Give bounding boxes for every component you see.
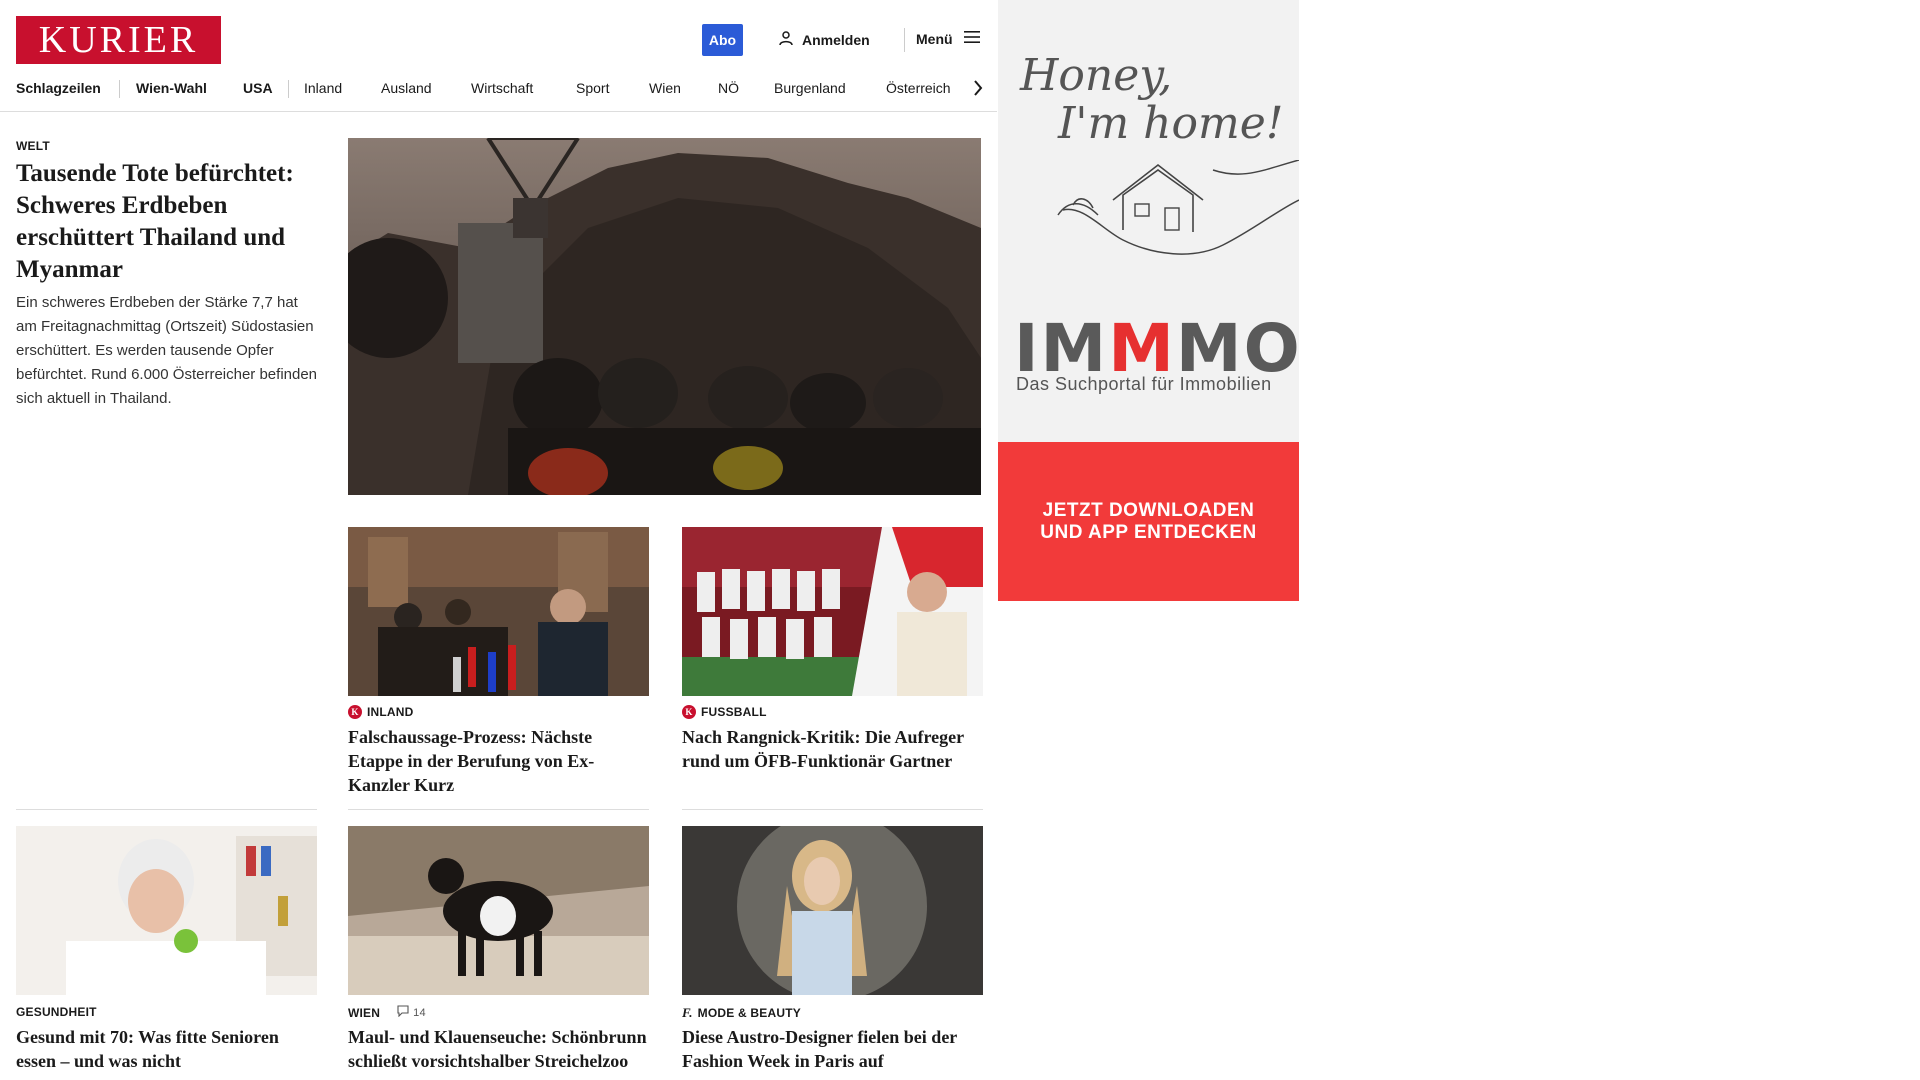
header-divider	[904, 28, 905, 52]
freizeit-icon: f.	[682, 1005, 693, 1020]
card-kicker-label: GESUNDHEIT	[16, 1005, 97, 1019]
hamburger-icon	[963, 30, 981, 47]
menu-label: Menü	[916, 30, 953, 47]
ad-subline: Das Suchportal für Immobilien	[1016, 374, 1272, 394]
nav-item-burgenland[interactable]: Burgenland	[774, 80, 846, 96]
abo-button[interactable]: Abo	[702, 24, 743, 56]
nav-item-sport[interactable]: Sport	[576, 80, 609, 96]
advertisement[interactable]: Honey, I'm home! IMMMO Das Suchportal fü…	[998, 0, 1299, 601]
hero-teaser: Ein schweres Erdbeben der Stärke 7,7 hat…	[16, 294, 318, 407]
card-image-mode[interactable]	[682, 826, 983, 995]
login-label: Anmelden	[802, 31, 870, 48]
card-image-fussball[interactable]	[682, 527, 983, 696]
kurier-plus-icon: K	[682, 705, 696, 719]
card-headline-inland[interactable]: Falschaussage-Prozess: Nächste Etappe in…	[348, 725, 649, 797]
nav-divider	[288, 80, 289, 98]
card-image-wien[interactable]	[348, 826, 649, 995]
nav-item-usa[interactable]: USA	[243, 80, 273, 96]
ad-cta-button[interactable]: JETZT DOWNLOADEN UND APP ENTDECKEN	[998, 442, 1299, 601]
nav-item-wirtschaft[interactable]: Wirtschaft	[471, 80, 533, 96]
ad-cta-line2: UND APP ENTDECKEN	[1040, 521, 1257, 543]
nav-item-oesterreich[interactable]: Österreich	[886, 80, 951, 96]
site-main: KURIER Abo Anmelden Menü Schlagzeilen Wi…	[0, 0, 997, 1080]
row-divider	[348, 809, 649, 810]
kurier-plus-icon: K	[348, 705, 362, 719]
card-kicker-label: INLAND	[367, 705, 414, 719]
nav-divider	[119, 80, 120, 98]
comments-count[interactable]: 14	[397, 1005, 426, 1020]
nav-item-inland[interactable]: Inland	[304, 80, 342, 96]
top-bar: KURIER Abo Anmelden Menü	[0, 0, 997, 64]
row-divider	[16, 809, 317, 810]
nav-item-noe[interactable]: NÖ	[718, 80, 739, 96]
card-kicker-mode[interactable]: f. MODE & BEAUTY	[682, 1005, 801, 1021]
card-headline-wien[interactable]: Maul- und Klauenseuche: Schönbrunn schli…	[348, 1025, 649, 1073]
site-logo[interactable]: KURIER	[16, 16, 221, 64]
card-headline-mode[interactable]: Diese Austro-Designer fielen bei der Fas…	[682, 1025, 983, 1073]
row-divider	[682, 809, 983, 810]
comment-icon	[397, 1005, 409, 1020]
card-kicker-wien[interactable]: WIEN 14	[348, 1005, 426, 1020]
nav-item-wien[interactable]: Wien	[649, 80, 681, 96]
nav-item-schlagzeilen[interactable]: Schlagzeilen	[16, 80, 101, 96]
login-button[interactable]: Anmelden	[778, 30, 870, 49]
hero-headline[interactable]: Tausende Tote befürchtet: Schweres Erdbe…	[16, 158, 321, 286]
card-kicker-gesundheit[interactable]: GESUNDHEIT	[16, 1005, 97, 1019]
comments-count-value: 14	[413, 1006, 426, 1019]
card-headline-fussball[interactable]: Nach Rangnick-Kritik: Die Aufreger rund …	[682, 725, 983, 773]
ad-script-line1: Honey,	[1020, 50, 1173, 101]
card-kicker-fussball[interactable]: K FUSSBALL	[682, 705, 767, 719]
card-headline-gesundheit[interactable]: Gesund mit 70: Was fitte Senioren essen …	[16, 1025, 317, 1073]
ad-cta-line1: JETZT DOWNLOADEN	[1042, 499, 1255, 521]
nav-item-wien-wahl[interactable]: Wien-Wahl	[136, 80, 207, 96]
menu-button[interactable]: Menü	[916, 30, 981, 47]
chevron-right-icon[interactable]	[966, 76, 990, 100]
user-icon	[778, 30, 794, 49]
card-image-inland[interactable]	[348, 527, 649, 696]
hero-kicker[interactable]: WELT	[16, 139, 50, 153]
card-kicker-inland[interactable]: K INLAND	[348, 705, 414, 719]
card-kicker-label: MODE & BEAUTY	[697, 1006, 801, 1020]
card-kicker-label: FUSSBALL	[701, 705, 767, 719]
ad-banner[interactable]: Honey, I'm home! IMMMO Das Suchportal fü…	[998, 0, 1299, 442]
nav-item-ausland[interactable]: Ausland	[381, 80, 432, 96]
hero-image[interactable]	[348, 138, 981, 495]
section-nav: Schlagzeilen Wien-Wahl USA Inland Auslan…	[0, 72, 997, 112]
card-kicker-label: WIEN	[348, 1005, 381, 1020]
card-image-gesundheit[interactable]	[16, 826, 317, 995]
ad-script-line2: I'm home!	[1058, 98, 1284, 149]
